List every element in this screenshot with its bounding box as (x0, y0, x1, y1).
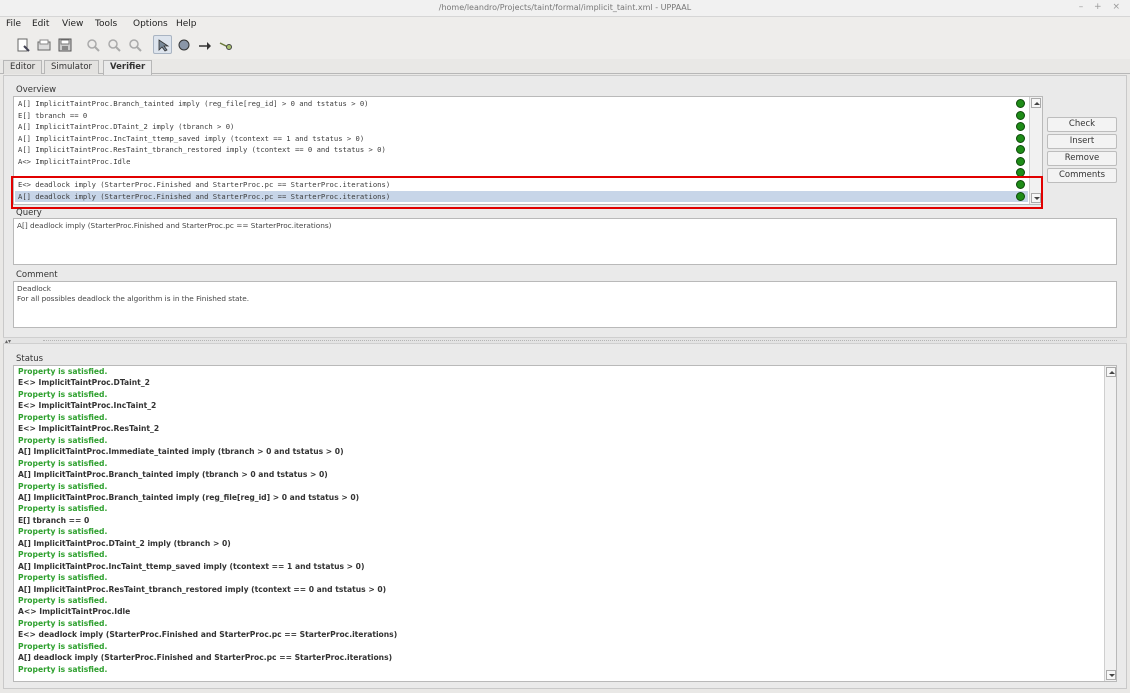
query-list-scrollbar[interactable] (1029, 97, 1042, 204)
scroll-up-icon[interactable] (1106, 367, 1116, 377)
comment-label: Comment (16, 270, 58, 280)
status-ok-icon (1016, 122, 1025, 131)
tab-simulator[interactable]: Simulator (44, 60, 100, 74)
window-title: /home/leandro/Projects/taint/formal/impl… (438, 3, 692, 12)
overview-label: Overview (16, 85, 57, 95)
check-button[interactable]: Check (1047, 117, 1117, 132)
window-controls[interactable]: – + × (1079, 2, 1124, 12)
status-query-line: A[] ImplicitTaintProc.Immediate_tainted … (18, 447, 344, 457)
status-ok-icon (1016, 168, 1025, 177)
query-row[interactable]: A[] ImplicitTaintProc.IncTaint_ttemp_sav… (15, 133, 1028, 145)
status-result-line: Property is satisfied. (18, 550, 108, 560)
status-ok-icon (1016, 145, 1025, 154)
menu-view[interactable]: View (62, 19, 83, 29)
query-row[interactable]: A<> ImplicitTaintProc.Idle (15, 156, 1028, 168)
comment-line: For all possibles deadlock the algorithm… (17, 294, 250, 303)
status-ok-icon (1016, 156, 1025, 166)
status-result-line: Property is satisfied. (18, 664, 108, 674)
nail-tool-icon[interactable] (216, 35, 235, 54)
query-row[interactable]: E<> deadlock imply (StarterProc.Finished… (15, 179, 1028, 191)
status-query-line: A[] ImplicitTaintProc.DTaint_2 imply (tb… (18, 538, 231, 548)
status-query-line: A[] deadlock imply (StarterProc.Finished… (18, 653, 393, 663)
zoom-in-icon[interactable] (104, 35, 123, 54)
query-row[interactable]: A[] ImplicitTaintProc.Branch_tainted imp… (15, 98, 1028, 110)
collapse-arrows-icon[interactable]: ▴▾ (5, 338, 11, 345)
status-log[interactable]: Property is satisfied. E<> ImplicitTaintP… (13, 365, 1117, 682)
menu-options[interactable]: Options (133, 19, 168, 29)
new-document-icon[interactable] (13, 35, 32, 54)
status-ok-icon (1016, 110, 1025, 120)
open-icon[interactable] (34, 35, 53, 54)
status-result-line: Property is satisfied. (18, 618, 108, 628)
status-result-line: Property is satisfied. (18, 641, 108, 651)
status-query-line: A[] ImplicitTaintProc.IncTaint_ttemp_sav… (18, 561, 365, 571)
tab-editor[interactable]: Editor (3, 60, 43, 74)
menu-edit[interactable]: Edit (32, 19, 49, 29)
status-query-line: A[] ImplicitTaintProc.Branch_tainted imp… (18, 470, 328, 480)
status-result-line: Property is satisfied. (18, 458, 108, 468)
tab-verifier[interactable]: Verifier (103, 60, 153, 75)
status-result-line: Property is satisfied. (18, 412, 108, 422)
status-result-line: Property is satisfied. (18, 367, 108, 376)
select-tool-icon[interactable] (153, 35, 172, 54)
status-query-line: E<> ImplicitTaintProc.IncTaint_2 (18, 401, 157, 411)
query-row-selected[interactable]: A[] deadlock imply (StarterProc.Finished… (15, 190, 1028, 202)
zoom-out-icon[interactable] (125, 35, 144, 54)
status-ok-icon (1016, 191, 1025, 201)
status-ok-icon (1016, 133, 1025, 143)
status-query-line: E<> ImplicitTaintProc.DTaint_2 (18, 378, 150, 388)
query-row[interactable]: E[] tbranch == 0 (15, 110, 1028, 122)
menu-tools[interactable]: Tools (95, 19, 117, 29)
title-bar: /home/leandro/Projects/taint/formal/impl… (0, 0, 1130, 17)
status-scrollbar[interactable] (1104, 366, 1116, 681)
scroll-down-icon[interactable] (1106, 670, 1116, 680)
split-divider[interactable]: ▴▾ (3, 337, 1127, 345)
location-tool-icon[interactable] (174, 35, 193, 54)
insert-button[interactable]: Insert (1047, 134, 1117, 149)
scroll-down-icon[interactable] (1031, 193, 1041, 203)
query-label: Query (16, 208, 42, 218)
status-query-line: A[] ImplicitTaintProc.Branch_tainted imp… (18, 492, 360, 502)
status-result-line: Property is satisfied. (18, 481, 108, 491)
edge-tool-icon[interactable] (195, 35, 214, 54)
status-result-line: Property is satisfied. (18, 573, 108, 583)
query-list[interactable]: A[] ImplicitTaintProc.Branch_tainted imp… (13, 96, 1043, 205)
status-result-line: Property is satisfied. (18, 435, 108, 445)
query-input[interactable]: A[] deadlock imply (StarterProc.Finished… (13, 218, 1117, 265)
status-result-line: Property is satisfied. (18, 596, 108, 605)
status-ok-icon (1016, 180, 1025, 189)
tab-bar: Editor Simulator Verifier (0, 59, 1130, 75)
menu-file[interactable]: File (6, 19, 21, 29)
status-query-line: E<> ImplicitTaintProc.ResTaint_2 (18, 424, 160, 434)
status-query-line: E<> deadlock imply (StarterProc.Finished… (18, 630, 398, 640)
query-row[interactable]: A[] ImplicitTaintProc.DTaint_2 imply (tb… (15, 121, 1028, 133)
status-result-line: Property is satisfied. (18, 389, 108, 399)
zoom-fit-icon[interactable] (83, 35, 102, 54)
status-result-line: Property is satisfied. (18, 504, 108, 514)
comment-input[interactable]: Deadlock For all possibles deadlock the … (13, 281, 1117, 328)
save-icon[interactable] (55, 35, 74, 54)
menu-bar: File Edit View Tools Options Help (0, 17, 1130, 33)
status-query-line: A<> ImplicitTaintProc.Idle (18, 607, 131, 617)
remove-button[interactable]: Remove (1047, 151, 1117, 166)
status-ok-icon (1016, 99, 1025, 108)
status-label: Status (16, 354, 44, 364)
query-row[interactable]: A[] ImplicitTaintProc.ResTaint_tbranch_r… (15, 144, 1028, 156)
divider-grip (43, 340, 1117, 341)
comment-line: Deadlock (17, 284, 51, 293)
status-result-line: Property is satisfied. (18, 527, 108, 537)
comments-button[interactable]: Comments (1047, 168, 1117, 183)
status-query-line: E[] tbranch == 0 (18, 515, 90, 525)
scroll-up-icon[interactable] (1031, 98, 1041, 108)
toolbar (0, 33, 1130, 59)
menu-help[interactable]: Help (176, 19, 197, 29)
status-query-line: A[] ImplicitTaintProc.ResTaint_tbranch_r… (18, 584, 387, 594)
